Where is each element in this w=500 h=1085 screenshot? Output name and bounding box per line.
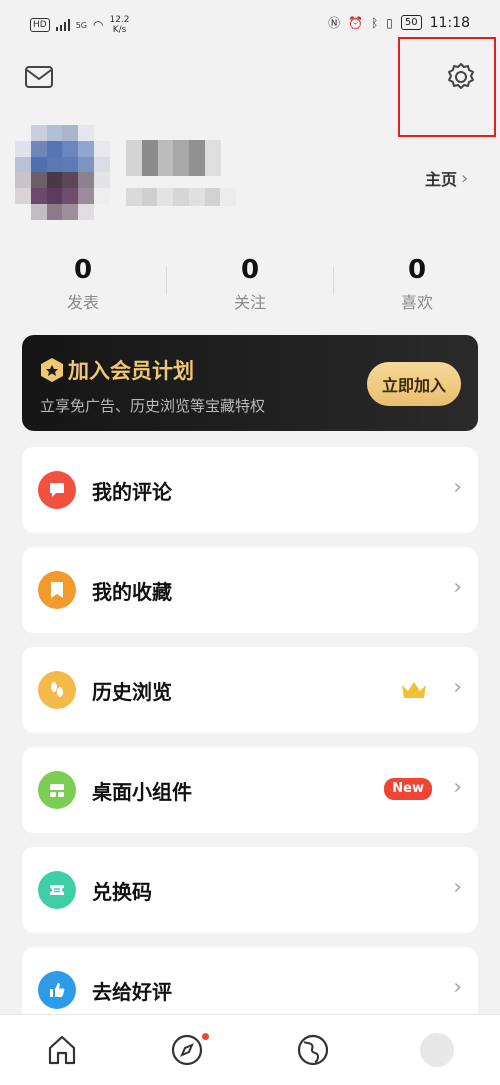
status-right: Ⓝ ⏰ ᛒ ▯ 50 11:18: [328, 14, 470, 31]
username: [126, 140, 221, 176]
home-icon[interactable]: [45, 1033, 79, 1067]
speed-value: 12.2: [109, 15, 130, 25]
alarm-icon: ⏰: [348, 15, 364, 30]
status-bar: HD 5G ◠ 12.2 K/s Ⓝ ⏰ ᛒ ▯ 50 11:18: [0, 0, 500, 40]
status-left: HD 5G ◠ 12.2 K/s: [30, 15, 130, 35]
stat-following[interactable]: 0 关注: [167, 255, 333, 313]
network-speed: 12.2 K/s: [109, 15, 129, 35]
wifi-icon: ◠: [93, 18, 104, 32]
stat-posts[interactable]: 0 发表: [0, 255, 166, 313]
footprint-icon: [38, 671, 76, 709]
menu-item-history[interactable]: 历史浏览 ›: [22, 647, 478, 733]
mail-icon[interactable]: [24, 64, 54, 90]
chevron-right-icon: ›: [461, 167, 469, 189]
vibrate-icon: ▯: [386, 15, 393, 30]
menu-item-rate-app[interactable]: 去给好评 ›: [22, 947, 478, 1015]
menu-item-favorites[interactable]: 我的收藏 ›: [22, 547, 478, 633]
compass-icon[interactable]: [170, 1033, 204, 1067]
join-vip-button[interactable]: 立即加入: [367, 362, 461, 406]
speed-unit: K/s: [112, 25, 127, 35]
menu-label: 兑换码: [92, 880, 152, 904]
stat-label: 关注: [233, 293, 266, 312]
globe-icon[interactable]: [296, 1033, 330, 1067]
highlight-box: [398, 37, 496, 137]
stat-value: 0: [240, 255, 260, 285]
menu-label: 去给好评: [92, 980, 172, 1004]
notification-dot: [202, 1033, 209, 1040]
new-badge: New: [384, 778, 432, 800]
chevron-right-icon: ›: [453, 975, 462, 1000]
stat-label: 喜欢: [400, 293, 433, 312]
menu-item-widgets[interactable]: 桌面小组件 New ›: [22, 747, 478, 833]
menu-item-redeem-code[interactable]: 兑换码 ›: [22, 847, 478, 933]
user-id: [126, 188, 236, 206]
widget-icon: [38, 771, 76, 809]
battery-indicator: 50: [400, 15, 422, 30]
menu-label: 我的评论: [92, 480, 172, 504]
clock: 11:18: [429, 14, 470, 31]
stat-value: 0: [407, 255, 427, 285]
vip-banner[interactable]: 加入会员计划 立享免广告、历史浏览等宝藏特权 立即加入: [22, 335, 478, 431]
ticket-icon: [38, 871, 76, 909]
bottom-nav: [0, 1014, 500, 1085]
crown-icon: [402, 682, 426, 698]
chevron-right-icon: ›: [453, 675, 462, 700]
homepage-label: 主页: [425, 170, 458, 189]
chevron-right-icon: ›: [453, 575, 462, 600]
network-tag: 5G: [75, 20, 87, 30]
nfc-icon: Ⓝ: [328, 16, 341, 30]
avatar[interactable]: [15, 125, 110, 220]
menu-label: 桌面小组件: [92, 780, 192, 804]
vip-title: 加入会员计划: [68, 359, 194, 383]
vip-subtitle: 立享免广告、历史浏览等宝藏特权: [40, 397, 266, 415]
profile-icon[interactable]: [420, 1033, 454, 1067]
hd-badge: HD: [30, 18, 50, 32]
stats-row: 0 发表 0 关注 0 喜欢: [0, 255, 500, 315]
chevron-right-icon: ›: [453, 475, 462, 500]
thumbs-up-icon: [38, 971, 76, 1009]
chevron-right-icon: ›: [453, 775, 462, 800]
menu-label: 我的收藏: [92, 580, 172, 604]
chevron-right-icon: ›: [453, 875, 462, 900]
homepage-link[interactable]: 主页 ›: [425, 166, 468, 190]
comment-icon: [38, 471, 76, 509]
stat-likes[interactable]: 0 喜欢: [334, 255, 500, 313]
stat-value: 0: [73, 255, 93, 285]
menu-label: 历史浏览: [92, 680, 172, 704]
bookmark-icon: [38, 571, 76, 609]
vip-badge-icon: [41, 358, 63, 382]
bluetooth-icon: ᛒ: [371, 15, 379, 30]
stat-label: 发表: [66, 293, 99, 312]
signal-icon: [55, 19, 70, 31]
menu-item-comments[interactable]: 我的评论 ›: [22, 447, 478, 533]
